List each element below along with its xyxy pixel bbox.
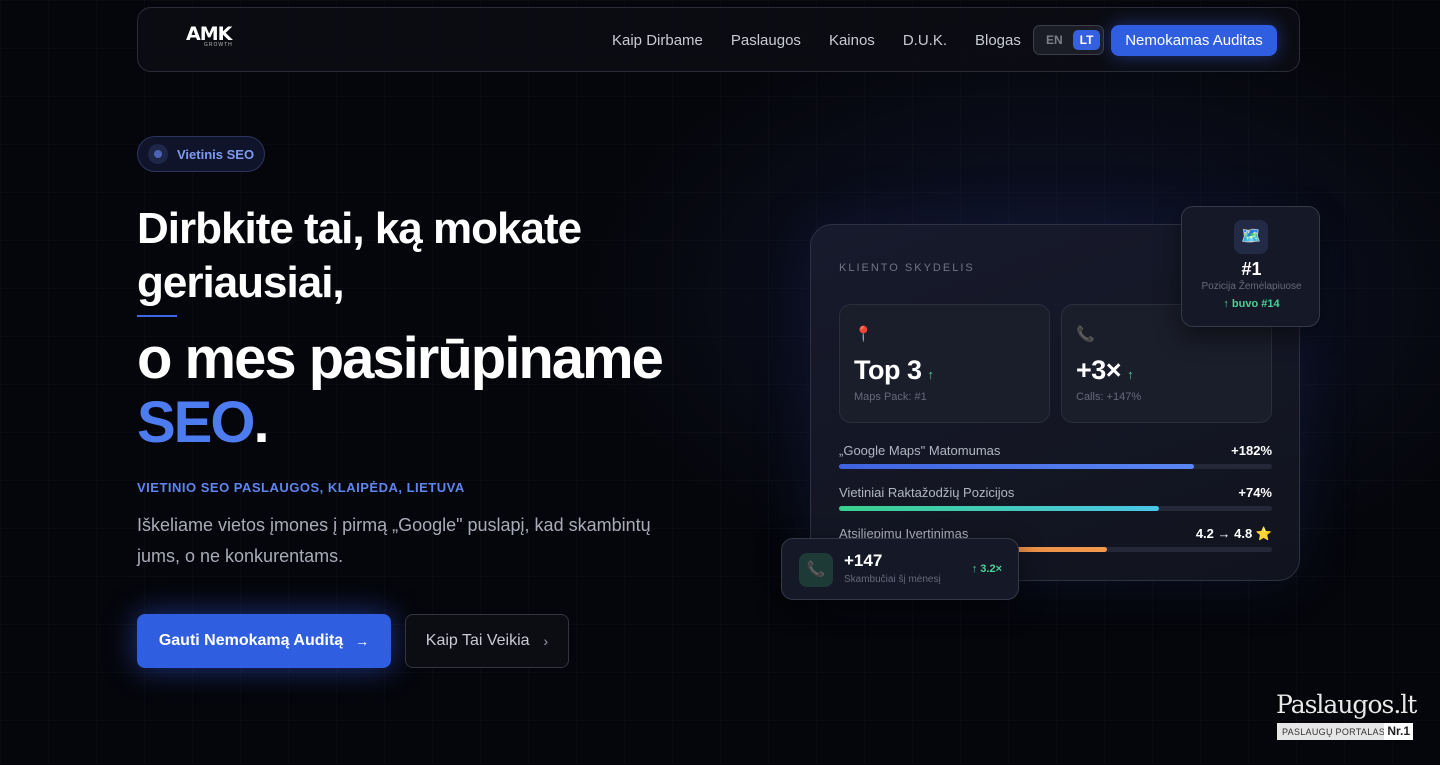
pin-icon: 📍 xyxy=(854,326,873,343)
stat-value: +3× ↑ xyxy=(1076,355,1134,385)
map-icon: 🗺️ xyxy=(1234,220,1268,254)
metric-row-maps-visibility: „Google Maps" Matomumas +182% xyxy=(839,443,1272,469)
metric-label: „Google Maps" Matomumas xyxy=(839,443,1001,458)
metric-fill xyxy=(839,506,1160,511)
arrow-up-icon: ↑ xyxy=(927,367,935,382)
map-rank: #1 xyxy=(1241,259,1262,279)
nav-link-duk[interactable]: D.U.K. xyxy=(903,32,947,49)
map-previous-rank: ↑ buvo #14 xyxy=(1223,298,1280,310)
headline-accent: SEO xyxy=(137,390,255,455)
badge-dot-icon xyxy=(148,144,168,164)
metric-track xyxy=(839,464,1272,469)
lang-en-button[interactable]: EN xyxy=(1046,33,1063,47)
language-switcher: EN LT xyxy=(1033,25,1104,55)
lang-lt-button[interactable]: LT xyxy=(1072,30,1101,50)
dashboard-title: KLIENTO SKYDELIS xyxy=(839,262,975,274)
badge-label: Vietinis SEO xyxy=(177,146,255,162)
nav-link-kainos[interactable]: Kainos xyxy=(829,32,875,49)
stat-card-maps: 📍 Top 3 ↑ Maps Pack: #1 xyxy=(839,304,1050,423)
nav-link-paslaugos[interactable]: Paslaugos xyxy=(731,32,801,49)
logo[interactable]: AMK GROWTH xyxy=(186,24,233,58)
nav-link-kaip-dirbame[interactable]: Kaip Dirbame xyxy=(612,32,703,49)
logo-text: AMK xyxy=(186,23,232,45)
stat-value: Top 3 ↑ xyxy=(854,355,935,385)
headline-divider xyxy=(137,315,177,317)
metric-track xyxy=(839,506,1272,511)
calls-sub: Skambučiai šį mėnesį xyxy=(844,574,941,585)
map-position-card: 🗺️ #1 Pozicija Žemėlapiuose ↑ buvo #14 xyxy=(1181,206,1320,327)
metric-row-keyword-positions: Vietiniai Raktažodžių Pozicijos +74% xyxy=(839,485,1272,511)
phone-icon: 📞 xyxy=(799,553,833,587)
arrow-right-icon: → xyxy=(355,633,370,649)
metric-value: +182% xyxy=(1231,443,1272,458)
metric-fill xyxy=(839,464,1195,469)
headline-line-1: Dirbkite tai, ką mokate geriausiai, xyxy=(137,204,582,307)
hero-badge: Vietinis SEO xyxy=(137,136,265,172)
stat-sub: Calls: +147% xyxy=(1076,391,1142,403)
how-it-works-label: Kaip Tai Veikia xyxy=(425,632,530,649)
logo-subtext: GROWTH xyxy=(204,42,233,48)
nav-audit-button[interactable]: Nemokamas Auditas xyxy=(1111,25,1277,56)
headline-period: . xyxy=(253,390,270,455)
headline-line-3: SEO. xyxy=(137,390,270,455)
paslaugos-watermark[interactable]: Paslaugos.lt PASLAUGŲ PORTALAS Nr.1 xyxy=(1276,690,1417,742)
watermark-logo: Paslaugos.lt xyxy=(1276,690,1417,719)
how-it-works-button[interactable]: Kaip Tai Veikia › xyxy=(405,614,569,668)
nav-links: Kaip Dirbame Paslaugos Kainos D.U.K. Blo… xyxy=(612,8,1049,73)
arrow-up-icon: ↑ xyxy=(1127,367,1134,382)
metric-value: 4.2 → 4.8 ⭐ xyxy=(1195,526,1272,541)
stat-sub: Maps Pack: #1 xyxy=(854,391,927,403)
calls-growth: ↑ 3.2× xyxy=(971,563,1002,575)
chevron-right-icon: › xyxy=(543,633,549,649)
calls-card: 📞 +147 Skambučiai šį mėnesį ↑ 3.2× xyxy=(781,538,1019,600)
watermark-strip: PASLAUGŲ PORTALAS Nr.1 xyxy=(1277,723,1413,740)
top-navbar: AMK GROWTH Kaip Dirbame Paslaugos Kainos… xyxy=(137,7,1300,72)
get-audit-button[interactable]: Gauti Nemokamą Auditą → xyxy=(137,614,391,668)
calls-number: +147 xyxy=(844,551,883,570)
watermark-sub: PASLAUGŲ PORTALAS xyxy=(1282,726,1386,737)
get-audit-label: Gauti Nemokamą Auditą xyxy=(158,632,344,649)
headline-line-2: o mes pasirūpiname xyxy=(137,326,664,391)
map-sub: Pozicija Žemėlapiuose xyxy=(1201,281,1302,292)
hero-lead: Iškeliame vietos įmones į pirmą „Google"… xyxy=(137,515,651,566)
metric-value: +74% xyxy=(1238,485,1272,500)
watermark-nr: Nr.1 xyxy=(1384,723,1413,740)
phone-icon: 📞 xyxy=(1076,326,1095,343)
hero-subtag: VIETINIO SEO PASLAUGOS, KLAIPĖDA, LIETUV… xyxy=(137,480,465,495)
metric-label: Vietiniai Raktažodžių Pozicijos xyxy=(839,485,1015,500)
nav-link-blogas[interactable]: Blogas xyxy=(975,32,1021,49)
